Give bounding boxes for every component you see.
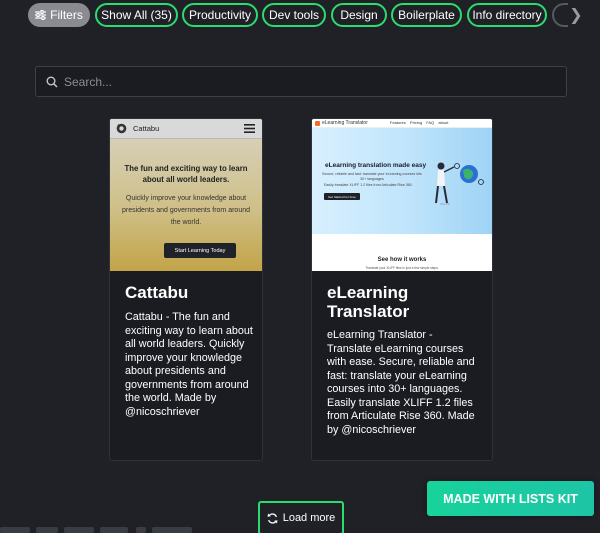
thumbnail-brand: Cattabu [133, 124, 160, 133]
search-icon [46, 76, 58, 88]
thumbnail-subheading: Quickly improve your knowledge about pre… [121, 195, 251, 226]
card-description: eLearning Translator - Translate eLearni… [327, 329, 475, 436]
hamburger-menu-icon [244, 124, 255, 133]
scroll-right-icon[interactable]: ❯ [566, 3, 586, 27]
load-more-label: Load more [282, 512, 336, 524]
filters-button[interactable]: Filters [28, 3, 90, 27]
thumbnail-nav: Features Pricing FAQ about [390, 120, 449, 125]
card-elearning-translator[interactable]: eLearning Translator Features Pricing FA… [311, 118, 493, 461]
search-box[interactable] [35, 66, 567, 97]
chip-show-all[interactable]: Show All (35) [95, 3, 178, 27]
search-input[interactable] [64, 74, 544, 89]
card-description: Cattabu - The fun and exciting way to le… [125, 311, 253, 418]
thumbnail-heading: The fun and exciting way to learn about … [124, 164, 248, 184]
refresh-icon [267, 512, 278, 524]
bottom-status-strip [0, 527, 260, 533]
thumbnail-section-title: See how it works [377, 257, 427, 263]
thumbnail-brand: eLearning Translator [322, 120, 368, 126]
sliders-icon [35, 10, 47, 20]
chip-label: Productivity [188, 8, 252, 22]
chip-label: Show All (35) [101, 8, 172, 22]
chip-boilerplate[interactable]: Boilerplate [391, 3, 462, 27]
chip-label: Boilerplate [398, 8, 455, 22]
card-title: eLearning Translator [327, 283, 410, 321]
made-with-lists-kit-badge[interactable]: MADE WITH LISTS KIT [427, 481, 594, 516]
thumbnail-cta: Start Learning Today [164, 243, 236, 258]
chip-design[interactable]: Design [331, 3, 387, 27]
card-cattabu[interactable]: Cattabu The fun and exciting way to lear… [109, 118, 263, 461]
card-thumbnail: eLearning Translator Features Pricing FA… [312, 119, 492, 271]
thumbnail-hero-sub2: Easily translate XLIFF 1.2 files from Ar… [324, 183, 413, 187]
filters-label: Filters [50, 8, 83, 22]
chip-info-directory[interactable]: Info directory [467, 3, 547, 27]
cat-logo-icon [116, 123, 127, 134]
thumbnail-hero-sub: Secure, reliable and fast: translate you… [322, 172, 422, 181]
thumbnail-cta: Get Started For Free [324, 193, 360, 200]
person-globe-illustration-icon [435, 162, 484, 205]
chip-dev-tools[interactable]: Dev tools [262, 3, 326, 27]
chip-label: Dev tools [268, 8, 320, 22]
chip-productivity[interactable]: Productivity [182, 3, 258, 27]
chip-label: Info directory [472, 8, 542, 22]
thumbnail-hero-title: eLearning translation made easy [325, 162, 427, 169]
filter-bar: Filters Show All (35) Productivity Dev t… [0, 0, 600, 30]
thumbnail-topbar: eLearning Translator Features Pricing FA… [312, 119, 492, 128]
thumbnail-topbar: Cattabu [110, 119, 262, 139]
thumbnail-section-sub: Translate your XLIFF files in just a few… [365, 266, 439, 270]
card-title: Cattabu [125, 283, 189, 302]
chip-label: Design [340, 8, 378, 22]
elearning-logo-icon [315, 121, 320, 126]
load-more-button[interactable]: Load more [258, 501, 344, 533]
card-thumbnail: Cattabu The fun and exciting way to lear… [110, 119, 262, 271]
